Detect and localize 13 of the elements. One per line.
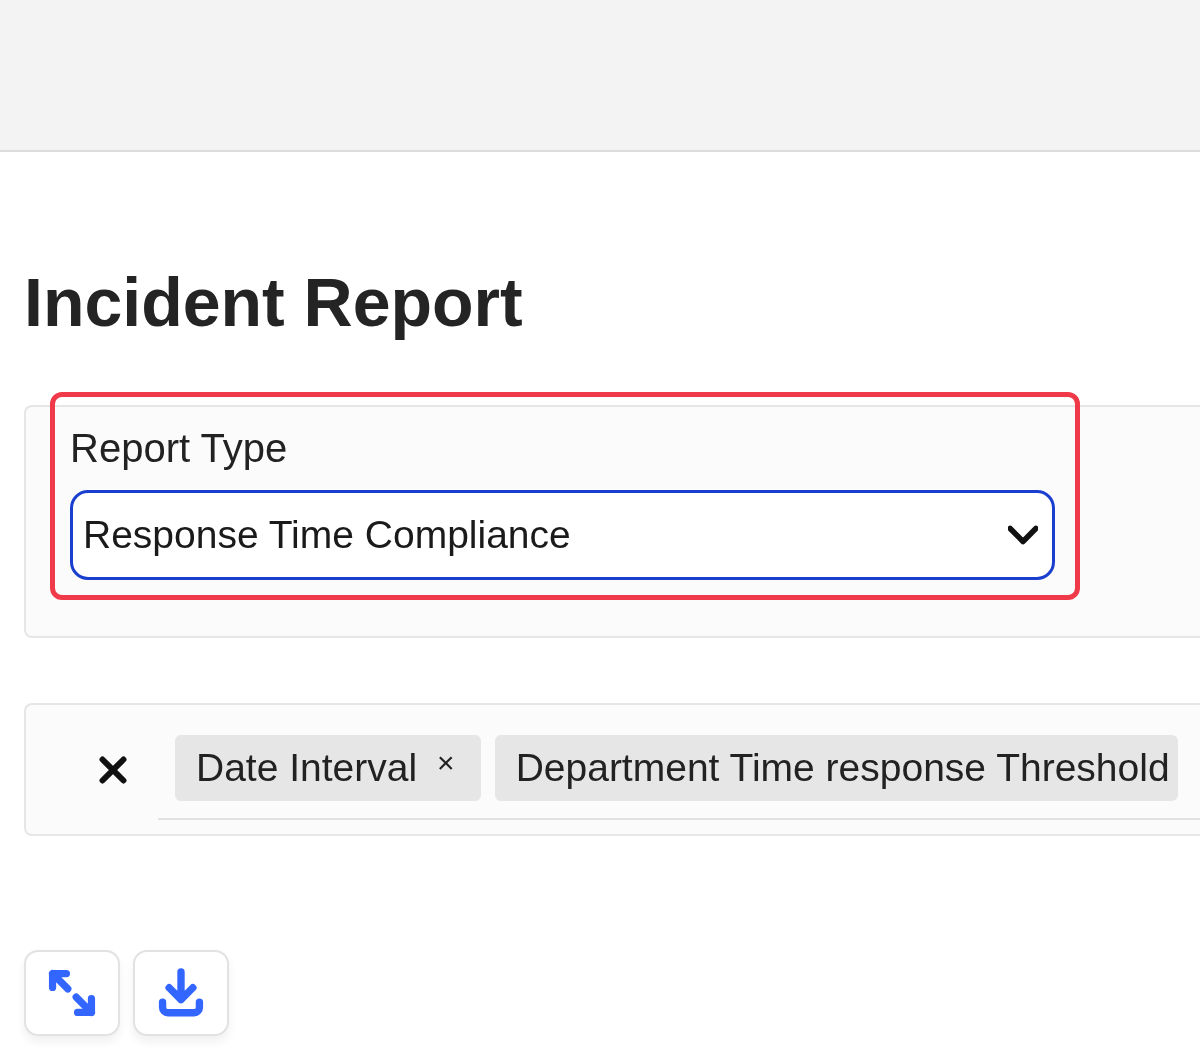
chip-label: Date Interval xyxy=(196,746,418,790)
download-button[interactable] xyxy=(133,950,229,1036)
field-label: Report Type xyxy=(70,425,288,472)
chip-label: Department Time response Threshold xyxy=(515,746,1170,790)
report-type-select[interactable]: Response Time Compliance xyxy=(70,490,1055,580)
close-icon[interactable] xyxy=(99,755,127,784)
expand-button[interactable] xyxy=(24,950,120,1036)
page-title: Incident Report xyxy=(24,263,523,342)
expand-icon xyxy=(47,968,97,1018)
tag-input-field[interactable]: Date Interval × Department Time response Threshold xyxy=(158,719,1200,820)
download-icon xyxy=(156,968,206,1018)
chevron-down-icon xyxy=(1008,525,1038,545)
chip-remove-button[interactable]: × xyxy=(437,748,455,778)
